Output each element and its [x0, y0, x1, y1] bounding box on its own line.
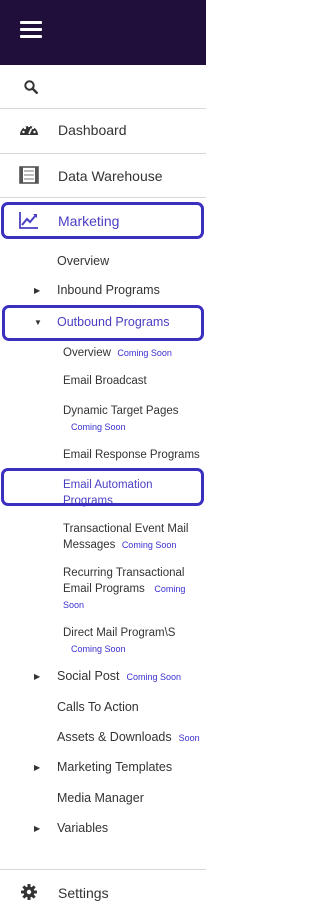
collapse-caret-icon[interactable]: ▼	[34, 318, 42, 327]
search-icon	[24, 80, 38, 94]
divider	[0, 153, 206, 154]
top-bar	[0, 0, 206, 65]
dashboard-gauge-icon	[20, 124, 38, 135]
email-broadcast-link[interactable]: Email Broadcast	[63, 373, 147, 389]
assets-downloads-label: Assets & Downloads	[57, 730, 172, 744]
expand-caret-icon[interactable]: ▶	[34, 763, 40, 772]
marketing-templates-link[interactable]: Marketing Templates	[57, 760, 172, 774]
calls-to-action-link[interactable]: Calls To Action	[57, 700, 139, 714]
divider	[0, 197, 206, 198]
outbound-programs-link[interactable]: Outbound Programs	[57, 315, 170, 329]
coming-soon-badge: Coming Soon	[121, 540, 177, 550]
email-automation-programs-link[interactable]: Email Automation Programs	[63, 477, 153, 509]
media-manager-link[interactable]: Media Manager	[57, 791, 144, 805]
soon-badge: Soon	[178, 733, 200, 743]
soon-badge: Soon	[63, 600, 85, 610]
recurring-transactional-link[interactable]: Recurring Transactional Email Programs C…	[63, 565, 185, 613]
line-chart-icon	[19, 212, 38, 229]
coming-badge: Coming	[154, 584, 186, 594]
nav-label-dashboard: Dashboard	[58, 122, 127, 138]
direct-mail-programs-link[interactable]: Direct Mail Program\S Coming Soon	[63, 625, 175, 657]
direct-mail-label: Direct Mail Program\S	[63, 627, 176, 639]
coming-soon-badge: Coming Soon	[71, 422, 126, 432]
email-response-programs-link[interactable]: Email Response Programs	[63, 447, 200, 463]
nav-item-data-warehouse[interactable]: Data Warehouse	[0, 158, 206, 194]
assets-downloads-link[interactable]: Assets & Downloads Soon	[57, 730, 200, 744]
nav-label-settings: Settings	[58, 885, 109, 901]
outbound-overview-link[interactable]: Overview Coming Soon	[63, 345, 172, 361]
divider	[0, 108, 206, 109]
social-post-label: Social Post	[57, 669, 120, 683]
coming-soon-badge: Coming Soon	[117, 348, 172, 358]
data-warehouse-icon	[19, 166, 39, 184]
nav-item-dashboard[interactable]: Dashboard	[0, 112, 206, 148]
transactional-event-mail-link[interactable]: Transactional Event Mail Messages Coming…	[63, 521, 189, 553]
nav-item-marketing[interactable]: Marketing	[0, 204, 206, 238]
expand-caret-icon[interactable]: ▶	[34, 286, 40, 295]
inbound-programs-link[interactable]: Inbound Programs	[57, 283, 160, 297]
marketing-overview-link[interactable]: Overview	[57, 254, 109, 268]
nav-label-data-warehouse: Data Warehouse	[58, 168, 163, 184]
search-button[interactable]	[0, 66, 206, 108]
variables-link[interactable]: Variables	[57, 821, 108, 835]
transactional-label-line1: Transactional Event Mail	[63, 523, 189, 535]
email-automation-label-line2: Programs	[63, 495, 113, 507]
coming-soon-badge: Coming Soon	[71, 644, 126, 654]
email-automation-label-line1: Email Automation	[63, 479, 153, 491]
dynamic-target-pages-link[interactable]: Dynamic Target Pages Coming Soon	[63, 403, 178, 435]
coming-soon-badge: Coming Soon	[126, 672, 182, 682]
expand-caret-icon[interactable]: ▶	[34, 824, 40, 833]
gear-icon	[21, 884, 37, 900]
nav-item-settings[interactable]: Settings	[0, 876, 206, 910]
outbound-overview-label: Overview	[63, 347, 111, 359]
expand-caret-icon[interactable]: ▶	[34, 672, 40, 681]
nav-label-marketing: Marketing	[58, 213, 120, 229]
divider	[0, 869, 206, 870]
hamburger-icon[interactable]	[20, 20, 42, 40]
social-post-link[interactable]: Social Post Coming Soon	[57, 669, 181, 683]
dynamic-target-pages-label: Dynamic Target Pages	[63, 405, 179, 417]
recurring-label-line1: Recurring Transactional	[63, 567, 185, 579]
recurring-label-line2: Email Programs	[63, 583, 145, 595]
transactional-label-line2: Messages	[63, 539, 116, 551]
